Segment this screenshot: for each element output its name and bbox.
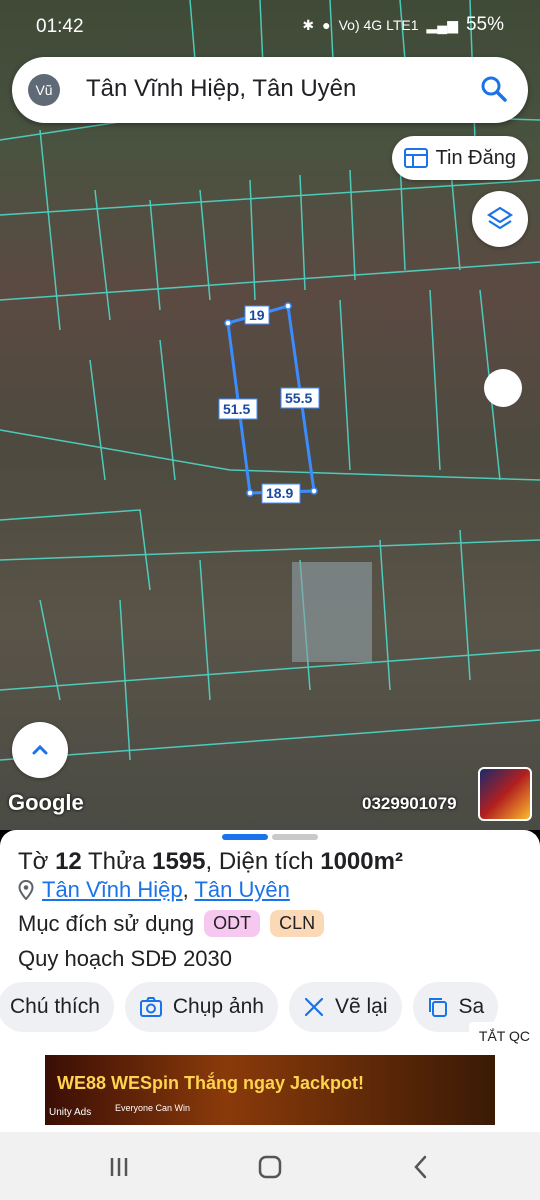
tin-dang-label: Tin Đăng <box>435 146 516 169</box>
search-query[interactable]: Tân Vĩnh Hiệp, Tân Uyên <box>86 75 356 103</box>
land-use-plan: Quy hoạch SDĐ 2030 <box>18 946 233 971</box>
avatar[interactable]: Vũ <box>28 74 60 106</box>
phone-number[interactable]: 0329901079 <box>362 794 457 814</box>
measure-right: 55.5 <box>285 390 312 406</box>
network-type: Vo) 4G LTE1 <box>338 17 419 33</box>
ad-banner-area: WE88 WESpin Thắng ngay Jackpot! Unity Ad… <box>0 1050 540 1132</box>
measure-left: 51.5 <box>223 401 250 417</box>
pin-icon <box>18 880 34 900</box>
chu-thich-button[interactable]: Chú thích <box>0 982 114 1032</box>
status-bar: 01:42 ✱ ● Vo) 4G LTE1 ▂▄▆ 55% <box>0 0 540 52</box>
redraw-icon <box>304 997 324 1017</box>
chevron-up-icon <box>32 744 48 755</box>
chup-anh-button[interactable]: Chụp ảnh <box>124 982 278 1032</box>
ad-subtext: Everyone Can Win <box>115 1103 191 1113</box>
badge-odt: ODT <box>204 910 261 937</box>
promo-thumbnail[interactable] <box>478 767 532 821</box>
camera-icon <box>139 997 162 1017</box>
signal-icon: ▂▄▆ <box>426 16 458 33</box>
back-icon[interactable] <box>406 1152 436 1182</box>
district-link[interactable]: Tân Uyên <box>194 877 289 902</box>
ad-text: WE88 WESpin Thắng ngay Jackpot! <box>57 1073 365 1093</box>
handle-inactive <box>272 834 318 840</box>
measure-bottom: 18.9 <box>266 485 293 501</box>
ad-banner[interactable]: WE88 WESpin Thắng ngay Jackpot! Unity Ad… <box>45 1055 495 1125</box>
listing-icon <box>403 148 428 168</box>
battery-level: 55% <box>465 14 504 35</box>
badge-cln: CLN <box>270 910 325 937</box>
ward-link[interactable]: Tân Vĩnh Hiệp <box>42 877 183 902</box>
layers-button[interactable] <box>472 191 528 247</box>
ve-lai-button[interactable]: Vẽ lại <box>288 982 402 1032</box>
bluetooth-icon: ✱ <box>302 16 315 33</box>
expand-sheet-button[interactable] <box>12 722 68 778</box>
home-icon[interactable] <box>255 1152 285 1182</box>
close-ad-button[interactable]: TẮT QC <box>468 1022 540 1050</box>
status-time: 01:42 <box>36 16 84 37</box>
measure-top: 19 <box>249 307 265 323</box>
handle-active <box>222 834 268 840</box>
ad-network: Unity Ads <box>49 1107 92 1118</box>
search-bar[interactable]: Vũ Tân Vĩnh Hiệp, Tân Uyên <box>12 57 528 123</box>
parcel-location: Tân Vĩnh Hiệp, Tân Uyên <box>18 877 290 903</box>
copy-icon <box>428 998 447 1017</box>
map-marker[interactable] <box>484 369 522 407</box>
parcel-title: Tờ 12 Thửa 1595, Diện tích 1000m² <box>18 848 403 875</box>
parcel-info-sheet: Tờ 12 Thửa 1595, Diện tích 1000m² Tân Vĩ… <box>0 830 540 1050</box>
layers-icon <box>486 206 514 230</box>
tin-dang-button[interactable]: Tin Đăng <box>391 136 528 180</box>
google-logo: Google <box>8 790 84 815</box>
map-view[interactable]: 19 51.5 55.5 18.9 <box>0 0 540 830</box>
action-chips: Chú thích Chụp ảnh Vẽ lại Sa <box>0 982 499 1032</box>
system-nav-bar <box>0 1132 540 1200</box>
land-use-purpose: Mục đích sử dụng ODT CLN <box>18 910 325 937</box>
sheet-handle[interactable] <box>222 834 318 840</box>
cadastral-overlay: 19 51.5 55.5 18.9 <box>0 0 540 761</box>
location-icon: ● <box>322 17 331 33</box>
recent-apps-icon[interactable] <box>104 1152 134 1182</box>
search-icon[interactable] <box>480 75 508 103</box>
